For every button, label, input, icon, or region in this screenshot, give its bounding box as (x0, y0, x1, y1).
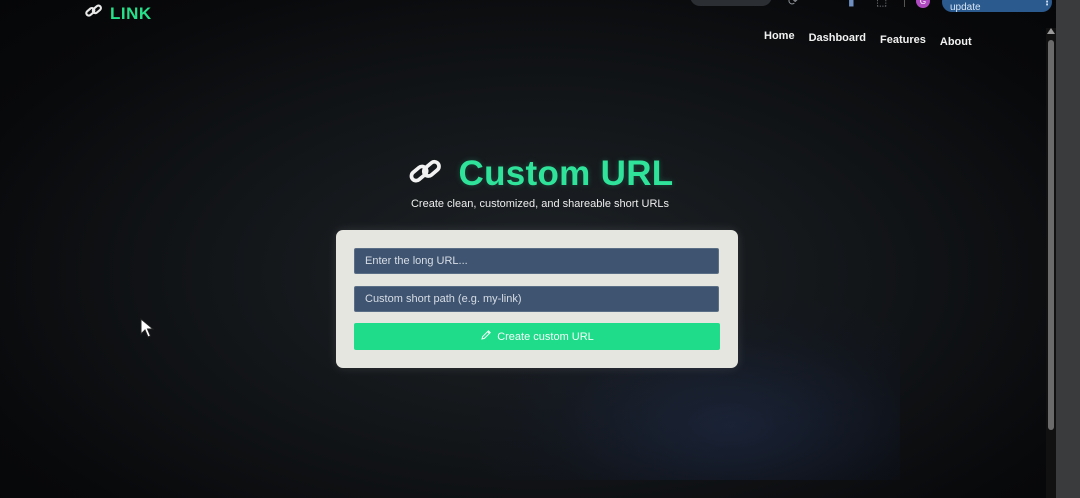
create-button-label: Create custom URL (497, 330, 594, 343)
page-subtitle: Create clean, customized, and shareable … (410, 198, 670, 210)
logo-text: LINK (110, 3, 152, 23)
relaunch-button[interactable]: Relaunch to update ⋮ (942, 0, 1052, 13)
custom-url-form: Create custom URL (336, 230, 738, 368)
scrollbar-thumb[interactable] (1048, 40, 1054, 430)
relaunch-label: Relaunch to update (950, 0, 1003, 13)
custom-path-input[interactable] (354, 286, 719, 312)
page-title: Custom URL (458, 154, 674, 193)
more-vert-icon[interactable]: ⋮ (1042, 0, 1052, 8)
mouse-cursor-icon (140, 317, 155, 343)
profile-initial: G (919, 0, 927, 6)
extension-icon[interactable]: ▮ (848, 0, 855, 8)
pencil-icon (480, 329, 492, 344)
scroll-up-arrow-icon[interactable] (1047, 28, 1055, 34)
site-logo[interactable]: LINK (84, 2, 152, 25)
extensions-puzzle-icon[interactable]: ⬚ (876, 0, 887, 8)
link-icon (407, 155, 445, 194)
long-url-input[interactable] (354, 248, 719, 274)
monitor-bezel (1056, 0, 1080, 498)
main-nav: Home Dashboard Features About (764, 30, 972, 48)
link-icon (84, 2, 104, 25)
nav-about[interactable]: About (940, 36, 972, 48)
create-custom-url-button[interactable]: Create custom URL (354, 323, 720, 350)
refresh-icon[interactable]: ⟳ (788, 0, 798, 8)
toolbar-divider (904, 0, 905, 7)
nav-home[interactable]: Home (764, 30, 795, 48)
address-bar[interactable] (690, 0, 772, 6)
hero-heading: Custom URL (0, 154, 1080, 194)
nav-dashboard[interactable]: Dashboard (809, 32, 866, 48)
nav-features[interactable]: Features (880, 34, 926, 48)
browser-toolbar: ⟳ ▮ ⬚ G Relaunch to update ⋮ (690, 0, 1080, 14)
profile-avatar[interactable]: G (916, 0, 930, 8)
